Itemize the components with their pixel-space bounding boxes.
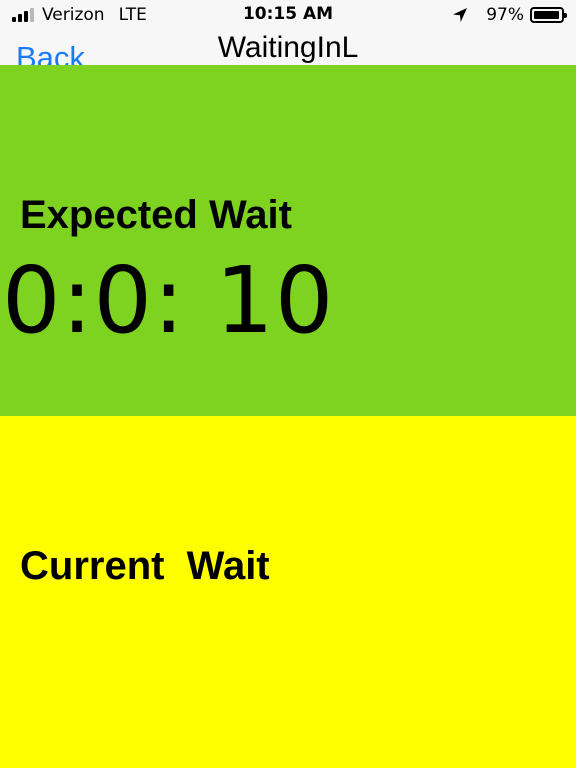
current-wait-panel: Current Wait: [0, 416, 576, 768]
expected-wait-value: 0:0: 10: [2, 247, 335, 354]
page-title: WaitingInL: [217, 31, 359, 64]
expected-wait-panel: Expected Wait 0:0: 10: [0, 65, 576, 416]
location-icon: [453, 8, 468, 22]
navigation-bar: Back WaitingInL: [0, 30, 576, 65]
current-wait-label: Current Wait: [20, 544, 270, 588]
expected-wait-label: Expected Wait: [20, 193, 292, 237]
battery-nub: [564, 13, 567, 18]
status-bar: Verizon LTE 10:15 AM 97%: [0, 0, 576, 30]
battery-fill: [534, 11, 559, 19]
battery-icon: [530, 7, 567, 23]
battery-percent: 97%: [486, 5, 524, 25]
status-right: 97%: [452, 4, 567, 26]
